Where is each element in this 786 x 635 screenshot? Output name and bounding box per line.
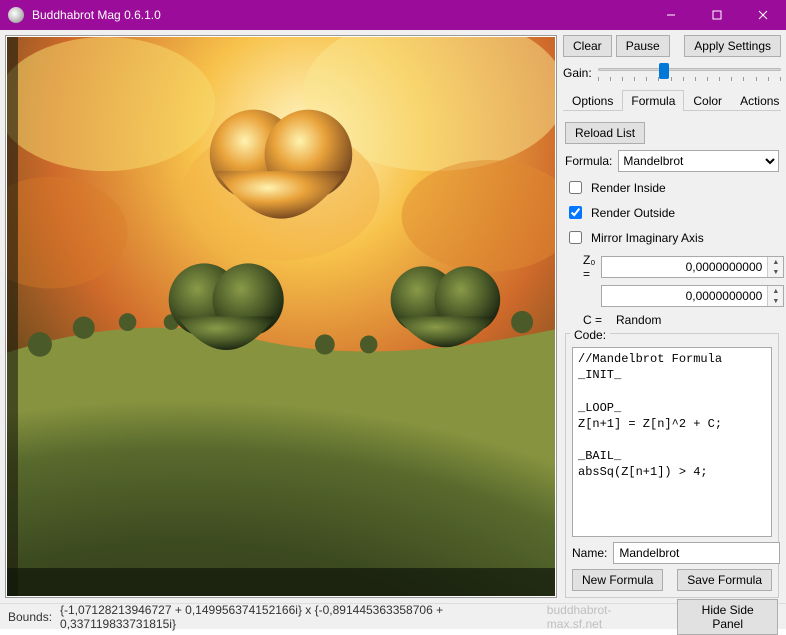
new-formula-button[interactable]: New Formula — [572, 569, 663, 591]
formula-buttons: New Formula Save Formula — [572, 569, 772, 591]
name-input[interactable] — [613, 542, 780, 564]
tab-color[interactable]: Color — [684, 90, 731, 111]
mirror-label[interactable]: Mirror Imaginary Axis — [591, 231, 704, 245]
tab-formula-body: Reload List Formula: Mandelbrot Render I… — [563, 116, 781, 598]
render-inside-checkbox[interactable] — [569, 181, 582, 194]
tab-options[interactable]: Options — [563, 90, 622, 111]
hide-side-panel-button[interactable]: Hide Side Panel — [677, 599, 778, 635]
z0-real-down[interactable]: ▼ — [768, 267, 783, 277]
client-area: Clear Pause Apply Settings Gain: Options… — [0, 30, 786, 603]
tab-formula[interactable]: Formula — [622, 90, 684, 111]
formula-select-row: Formula: Mandelbrot — [565, 150, 779, 172]
c-label: C = — [583, 313, 602, 327]
maximize-button[interactable] — [694, 0, 740, 30]
z0-label: Z₀ = — [583, 253, 595, 281]
titlebar: Buddhabrot Mag 0.6.1.0 — [0, 0, 786, 30]
pause-button[interactable]: Pause — [616, 35, 670, 57]
mirror-checkbox[interactable] — [569, 231, 582, 244]
save-formula-button[interactable]: Save Formula — [677, 569, 772, 591]
tab-actions[interactable]: Actions — [731, 90, 786, 111]
mirror-row: Mirror Imaginary Axis — [565, 228, 779, 247]
apply-settings-button[interactable]: Apply Settings — [684, 35, 781, 57]
z0-imag-up[interactable]: ▲ — [768, 286, 783, 296]
c-row: C = Random — [583, 313, 779, 327]
name-row: Name: — [572, 542, 772, 564]
code-group: Code: Name: New Formula Save Formula — [565, 333, 779, 598]
gain-slider[interactable] — [598, 62, 781, 84]
bounds-value: {-1,07128213946727 + 0,149956374152166i}… — [60, 603, 531, 631]
render-outside-row: Render Outside — [565, 203, 779, 222]
side-panel: Clear Pause Apply Settings Gain: Options… — [563, 35, 781, 598]
code-textarea[interactable] — [572, 347, 772, 537]
close-button[interactable] — [740, 0, 786, 30]
app-icon — [8, 7, 24, 23]
project-url: buddhabrot-max.sf.net — [547, 603, 660, 631]
top-button-row: Clear Pause Apply Settings — [563, 35, 781, 57]
c-value: Random — [616, 313, 661, 327]
window-buttons — [648, 0, 786, 30]
close-icon — [758, 10, 768, 20]
maximize-icon — [712, 10, 722, 20]
window-title: Buddhabrot Mag 0.6.1.0 — [32, 8, 648, 22]
z0-real-spin[interactable]: ▲▼ — [601, 256, 784, 278]
tabstrip: Options Formula Color Actions — [563, 89, 781, 111]
clear-button[interactable]: Clear — [563, 35, 612, 57]
gain-label: Gain: — [563, 66, 592, 80]
z0-real-input[interactable] — [602, 257, 767, 277]
render-outside-label[interactable]: Render Outside — [591, 206, 675, 220]
statusbar: Bounds: {-1,07128213946727 + 0,149956374… — [0, 603, 786, 629]
render-viewport[interactable] — [5, 35, 557, 598]
render-inside-row: Render Inside — [565, 178, 779, 197]
minimize-button[interactable] — [648, 0, 694, 30]
code-legend: Code: — [570, 328, 610, 342]
formula-label: Formula: — [565, 154, 612, 168]
fractal-canvas — [7, 37, 555, 596]
bounds-label: Bounds: — [8, 610, 52, 624]
z0-real-up[interactable]: ▲ — [768, 257, 783, 267]
formula-select[interactable]: Mandelbrot — [618, 150, 779, 172]
name-label: Name: — [572, 546, 607, 560]
z0-grid: Z₀ = ▲▼ + ▲▼ i — [583, 253, 779, 307]
z0-imag-input[interactable] — [602, 286, 767, 306]
render-inside-label[interactable]: Render Inside — [591, 181, 666, 195]
render-outside-checkbox[interactable] — [569, 206, 582, 219]
gain-row: Gain: — [563, 62, 781, 84]
z0-imag-down[interactable]: ▼ — [768, 296, 783, 306]
minimize-icon — [666, 10, 676, 20]
reload-list-button[interactable]: Reload List — [565, 122, 645, 144]
z0-imag-spin[interactable]: ▲▼ — [601, 285, 784, 307]
render-column — [5, 35, 557, 598]
